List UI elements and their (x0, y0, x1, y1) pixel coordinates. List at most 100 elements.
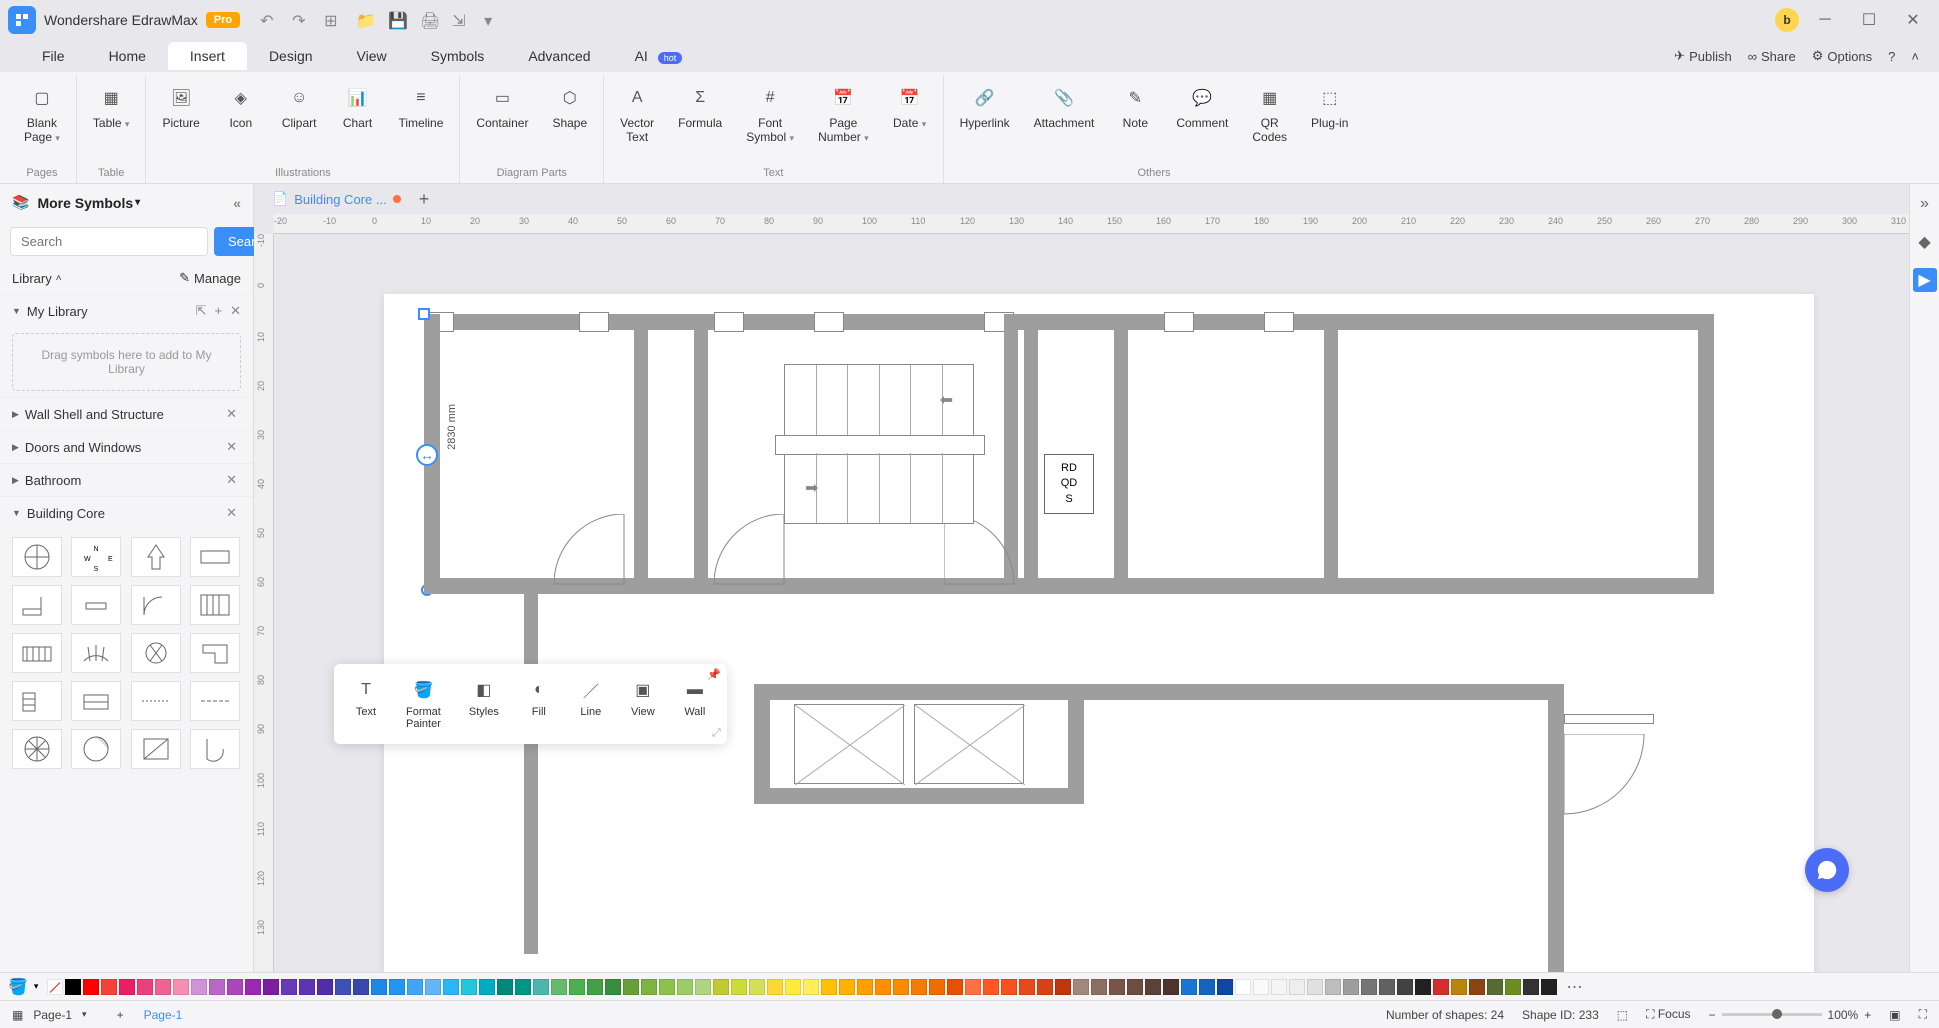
ribbon-clipart[interactable]: ☺Clipart (274, 80, 325, 134)
ribbon-hyperlink[interactable]: 🔗Hyperlink (952, 80, 1018, 134)
symbol-item[interactable] (71, 681, 121, 721)
color-swatch[interactable] (1253, 979, 1269, 995)
color-swatch[interactable] (425, 979, 441, 995)
color-swatch[interactable] (785, 979, 801, 995)
minimize-button[interactable]: ─ (1807, 6, 1843, 34)
layers-icon[interactable]: ⬚ (1617, 1008, 1628, 1022)
fit-page-icon[interactable]: ▣ (1889, 1008, 1900, 1022)
add-tab-button[interactable]: + (419, 189, 430, 210)
color-swatch[interactable] (281, 979, 297, 995)
color-swatch[interactable] (533, 979, 549, 995)
menu-symbols[interactable]: Symbols (409, 42, 507, 70)
more-colors-icon[interactable]: ⋯ (1566, 977, 1582, 997)
color-swatch[interactable] (893, 979, 909, 995)
color-swatch[interactable] (1037, 979, 1053, 995)
ribbon-vector-text[interactable]: AVectorText (612, 80, 662, 149)
color-swatch[interactable] (65, 979, 81, 995)
publish-button[interactable]: ✈Publish (1674, 48, 1732, 64)
color-swatch[interactable] (605, 979, 621, 995)
ribbon-picture[interactable]: 🖼Picture (154, 80, 207, 134)
color-swatch[interactable] (407, 979, 423, 995)
open-icon[interactable]: 📁 (356, 11, 374, 29)
library-label[interactable]: Library (12, 271, 52, 286)
search-input[interactable] (10, 227, 208, 256)
collapse-ribbon-button[interactable]: ˄ (1911, 49, 1919, 64)
close-icon[interactable]: ✕ (222, 505, 241, 521)
pages-icon[interactable]: ▦ (12, 1008, 23, 1022)
symbol-item[interactable] (190, 729, 240, 769)
symbol-item[interactable] (190, 633, 240, 673)
ribbon-table[interactable]: ▦Table ▾ (85, 80, 138, 134)
symbol-item[interactable]: NWES (71, 537, 121, 577)
expand-icon[interactable]: ⤢ (712, 727, 721, 740)
color-swatch[interactable] (155, 979, 171, 995)
category-bathroom[interactable]: Bathroom✕ (0, 463, 253, 496)
menu-advanced[interactable]: Advanced (506, 42, 612, 70)
ribbon-comment[interactable]: 💬Comment (1168, 80, 1236, 134)
manage-button[interactable]: ✎Manage (179, 270, 241, 286)
electrical-panel[interactable]: RD QD S (1044, 454, 1094, 514)
color-swatch[interactable] (1415, 979, 1431, 995)
color-swatch[interactable] (1181, 979, 1197, 995)
color-swatch[interactable] (317, 979, 333, 995)
color-swatch[interactable] (1145, 979, 1161, 995)
color-swatch[interactable] (1361, 979, 1377, 995)
print-icon[interactable]: 🖨 (420, 11, 438, 29)
new-icon[interactable]: ⊞ (324, 11, 342, 29)
symbol-item[interactable] (131, 537, 181, 577)
color-swatch[interactable] (299, 979, 315, 995)
doc-tab[interactable]: 📄 Building Core ... (262, 187, 411, 211)
color-swatch[interactable] (1505, 979, 1521, 995)
color-swatch[interactable] (1343, 979, 1359, 995)
color-swatch[interactable] (839, 979, 855, 995)
close-icon[interactable]: ✕ (230, 303, 241, 319)
float-styles[interactable]: ◧Styles (457, 672, 511, 736)
selection-handle[interactable] (418, 308, 430, 320)
category-my-library[interactable]: My Library ⇱ + ✕ (0, 294, 253, 327)
color-swatch[interactable] (713, 979, 729, 995)
fullscreen-icon[interactable]: ⛶ (1919, 1007, 1927, 1022)
color-swatch[interactable] (677, 979, 693, 995)
color-swatch[interactable] (1271, 979, 1287, 995)
symbol-item[interactable] (131, 681, 181, 721)
color-swatch[interactable] (659, 979, 675, 995)
color-swatch[interactable] (749, 979, 765, 995)
ribbon-attachment[interactable]: 📎Attachment (1026, 80, 1103, 134)
ribbon-timeline[interactable]: ≡Timeline (391, 80, 452, 134)
color-swatch[interactable] (479, 979, 495, 995)
color-swatch[interactable] (1325, 979, 1341, 995)
color-swatch[interactable] (929, 979, 945, 995)
fill-tool-icon[interactable]: 🪣 (8, 977, 28, 997)
symbol-item[interactable] (190, 681, 240, 721)
color-swatch[interactable] (227, 979, 243, 995)
symbol-item[interactable] (12, 729, 62, 769)
color-swatch[interactable] (263, 979, 279, 995)
ribbon-date[interactable]: 📅Date ▾ (885, 80, 935, 134)
redo-icon[interactable]: ↷ (292, 11, 310, 29)
add-icon[interactable]: + (215, 303, 223, 319)
color-swatch[interactable] (965, 979, 981, 995)
color-swatch[interactable] (353, 979, 369, 995)
color-swatch[interactable] (245, 979, 261, 995)
color-swatch[interactable] (335, 979, 351, 995)
undo-icon[interactable]: ↶ (260, 11, 278, 29)
color-swatch[interactable] (1001, 979, 1017, 995)
color-swatch[interactable] (1163, 979, 1179, 995)
help-button[interactable]: ? (1888, 49, 1895, 64)
symbol-item[interactable] (71, 585, 121, 625)
color-swatch[interactable] (983, 979, 999, 995)
options-button[interactable]: ⚙Options (1812, 48, 1872, 64)
ribbon-icon[interactable]: ◈Icon (216, 80, 266, 134)
theme-icon[interactable]: ◆ (1913, 230, 1937, 254)
dropdown-icon[interactable]: ▾ (135, 197, 140, 208)
color-swatch[interactable] (857, 979, 873, 995)
color-swatch[interactable] (1199, 979, 1215, 995)
page-dropdown-icon[interactable]: ▾ (82, 1009, 87, 1020)
present-icon[interactable]: ▶ (1913, 268, 1937, 292)
float-format-painter[interactable]: 🪣FormatPainter (394, 672, 453, 736)
ribbon-note[interactable]: ✎Note (1110, 80, 1160, 134)
qat-dropdown-icon[interactable]: ▾ (484, 11, 502, 29)
color-swatch[interactable] (1379, 979, 1395, 995)
menu-design[interactable]: Design (247, 42, 335, 70)
save-icon[interactable]: 💾 (388, 11, 406, 29)
